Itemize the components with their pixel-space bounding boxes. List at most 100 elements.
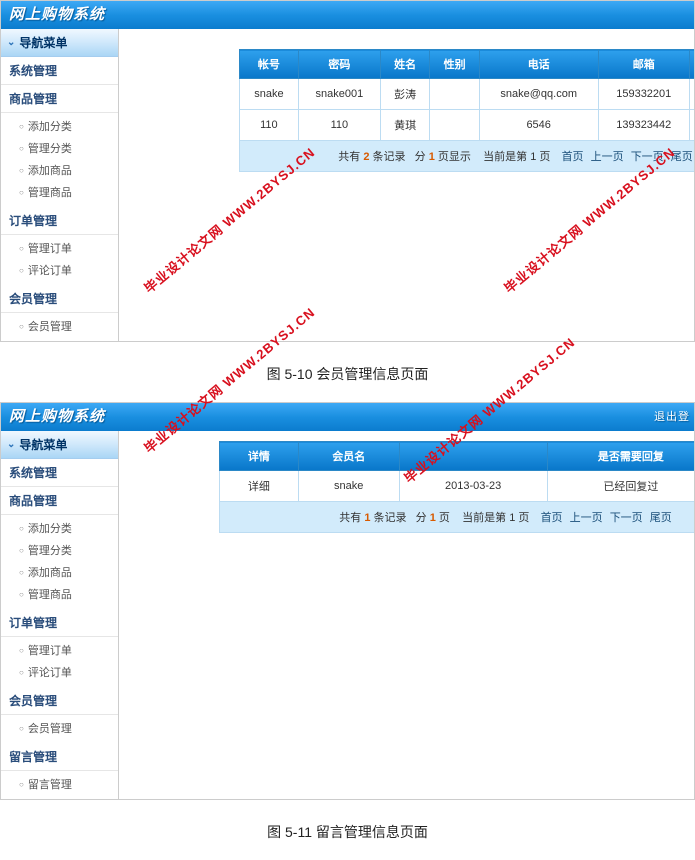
sidebar-item[interactable]: 添加分类 — [1, 115, 118, 137]
pager-count: 2 — [363, 151, 369, 163]
chevron-down-icon: ⌄ — [7, 439, 15, 450]
table-cell: snake — [240, 79, 299, 110]
sidebar: ⌄ 导航菜单 系统管理商品管理添加分类管理分类添加商品管理商品订单管理管理订单评… — [1, 29, 119, 341]
pager-div: 分 — [415, 151, 426, 163]
pager-pre: 共有 — [339, 512, 361, 524]
sidebar-group[interactable]: 留言管理 — [1, 743, 118, 771]
column-header: 邮箱 — [598, 50, 689, 79]
sidebar-item[interactable]: 评论订单 — [1, 259, 118, 281]
table-cell: snake — [298, 471, 399, 502]
sidebar-item[interactable]: 添加商品 — [1, 159, 118, 181]
pager-count: 1 — [364, 512, 370, 524]
app-title-2: 网上购物系统 — [9, 403, 105, 431]
table-cell: 6546 — [689, 110, 694, 141]
table-cell: 110 — [298, 110, 380, 141]
column-header: 详情 — [220, 442, 299, 471]
sidebar-item[interactable]: 管理分类 — [1, 539, 118, 561]
pager-link[interactable]: 上一页 — [570, 512, 603, 524]
sidebar-group[interactable]: 系统管理 — [1, 57, 118, 85]
pager-pre: 共有 — [338, 151, 360, 163]
nav-header-2[interactable]: ⌄ 导航菜单 — [1, 431, 118, 459]
pager-rec: 条记录 — [374, 512, 407, 524]
sidebar-item[interactable]: 管理订单 — [1, 639, 118, 661]
message-table: 详情会员名是否需要回复操作 详细snake2013-03-23已经回复过删除 共… — [219, 441, 694, 533]
pager-show: 页 — [439, 512, 450, 524]
sidebar-2: ⌄ 导航菜单 系统管理商品管理添加分类管理分类添加商品管理商品订单管理管理订单评… — [1, 431, 119, 799]
pager-current: 当前是第 1 页 — [483, 151, 550, 163]
table-cell: snake@qq.com — [479, 79, 598, 110]
sidebar-group[interactable]: 订单管理 — [1, 207, 118, 235]
message-mgmt-screenshot: 网上购物系统 退出登 ⌄ 导航菜单 系统管理商品管理添加分类管理分类添加商品管理… — [0, 402, 695, 800]
member-mgmt-screenshot: 网上购物系统 ⌄ 导航菜单 系统管理商品管理添加分类管理分类添加商品管理商品订单… — [0, 0, 695, 342]
table-row: snakesnake001彭涛snake@qq.com159332201ake@… — [240, 79, 695, 110]
table-cell: 159332201 — [598, 79, 689, 110]
column-header: 姓名 — [380, 50, 429, 79]
sidebar-item[interactable]: 管理订单 — [1, 237, 118, 259]
pager-cell: 共有 2 条记录 分 1 页显示 当前是第 1 页 首页 上一页 — [240, 141, 695, 172]
sidebar-group[interactable]: 会员管理 — [1, 687, 118, 715]
member-table: 帐号密码姓名性别电话邮箱 snakesnake001彭涛snake@qq.com… — [239, 49, 694, 172]
pager-pages: 1 — [430, 512, 436, 524]
table-row: 详细snake2013-03-23已经回复过删除 — [220, 471, 695, 502]
logout-link[interactable]: 退出登 — [654, 403, 694, 431]
column-header — [689, 50, 694, 79]
pager-cell-2: 共有 1 条记录 分 1 页 当前是第 1 页 首页 上一页 下一 — [220, 502, 695, 533]
app-header-2: 网上购物系统 退出登 — [1, 403, 694, 431]
table-cell — [430, 79, 479, 110]
table-cell[interactable]: 详细 — [220, 471, 299, 502]
sidebar-item[interactable]: 留言管理 — [1, 773, 118, 795]
pager-link[interactable]: 首页 — [541, 512, 563, 524]
pager-link[interactable]: 尾页 — [650, 512, 672, 524]
table-cell: 2013-03-23 — [399, 471, 547, 502]
sidebar-item[interactable]: 添加分类 — [1, 517, 118, 539]
pager-rec: 条记录 — [373, 151, 406, 163]
sidebar-group[interactable]: 系统管理 — [1, 459, 118, 487]
content-area-2: 详情会员名是否需要回复操作 详细snake2013-03-23已经回复过删除 共… — [119, 431, 694, 799]
chevron-down-icon: ⌄ — [7, 37, 15, 48]
layout: ⌄ 导航菜单 系统管理商品管理添加分类管理分类添加商品管理商品订单管理管理订单评… — [1, 29, 694, 341]
column-header — [399, 442, 547, 471]
sidebar-group[interactable]: 商品管理 — [1, 85, 118, 113]
column-header: 会员名 — [298, 442, 399, 471]
figure-caption-1: 图 5-10 会员管理信息页面 — [0, 350, 695, 402]
pager-row: 共有 2 条记录 分 1 页显示 当前是第 1 页 首页 上一页 — [240, 141, 695, 172]
column-header: 性别 — [430, 50, 479, 79]
column-header: 是否需要回复 — [547, 442, 694, 471]
table-cell: 6546 — [479, 110, 598, 141]
table-cell: 彭涛 — [380, 79, 429, 110]
pager-link[interactable]: 首页 — [562, 151, 584, 163]
table-row: 110110黄琪65461393234426546 — [240, 110, 695, 141]
app-header: 网上购物系统 — [1, 1, 694, 29]
figure-caption-2: 图 5-11 留言管理信息页面 — [0, 808, 695, 860]
layout-2: ⌄ 导航菜单 系统管理商品管理添加分类管理分类添加商品管理商品订单管理管理订单评… — [1, 431, 694, 799]
pager-show: 页显示 — [438, 151, 471, 163]
sidebar-group[interactable]: 订单管理 — [1, 609, 118, 637]
content-area: 帐号密码姓名性别电话邮箱 snakesnake001彭涛snake@qq.com… — [119, 29, 694, 341]
pager-link[interactable]: 下一页 — [631, 151, 664, 163]
sidebar-item[interactable]: 管理商品 — [1, 583, 118, 605]
table-cell: 139323442 — [598, 110, 689, 141]
nav-header[interactable]: ⌄ 导航菜单 — [1, 29, 118, 57]
sidebar-item[interactable]: 管理商品 — [1, 181, 118, 203]
column-header: 密码 — [298, 50, 380, 79]
sidebar-item[interactable]: 会员管理 — [1, 315, 118, 337]
table-cell: 已经回复过 — [547, 471, 694, 502]
pager-link[interactable]: 下一页 — [610, 512, 643, 524]
sidebar-group[interactable]: 会员管理 — [1, 285, 118, 313]
sidebar-item[interactable]: 评论订单 — [1, 661, 118, 683]
pager-link[interactable]: 上一页 — [591, 151, 624, 163]
table-cell: snake001 — [298, 79, 380, 110]
nav-header-label: 导航菜单 — [19, 34, 67, 51]
sidebar-item[interactable]: 会员管理 — [1, 717, 118, 739]
app-title: 网上购物系统 — [9, 1, 105, 29]
sidebar-item[interactable]: 管理分类 — [1, 137, 118, 159]
sidebar-item[interactable]: 添加商品 — [1, 561, 118, 583]
table-cell: 110 — [240, 110, 299, 141]
column-header: 帐号 — [240, 50, 299, 79]
pager-div: 分 — [416, 512, 427, 524]
page-root: 网上购物系统 ⌄ 导航菜单 系统管理商品管理添加分类管理分类添加商品管理商品订单… — [0, 0, 695, 860]
pager-link[interactable]: 尾页 — [671, 151, 693, 163]
nav-header-label-2: 导航菜单 — [19, 436, 67, 453]
pager-row-2: 共有 1 条记录 分 1 页 当前是第 1 页 首页 上一页 下一 — [220, 502, 695, 533]
sidebar-group[interactable]: 商品管理 — [1, 487, 118, 515]
